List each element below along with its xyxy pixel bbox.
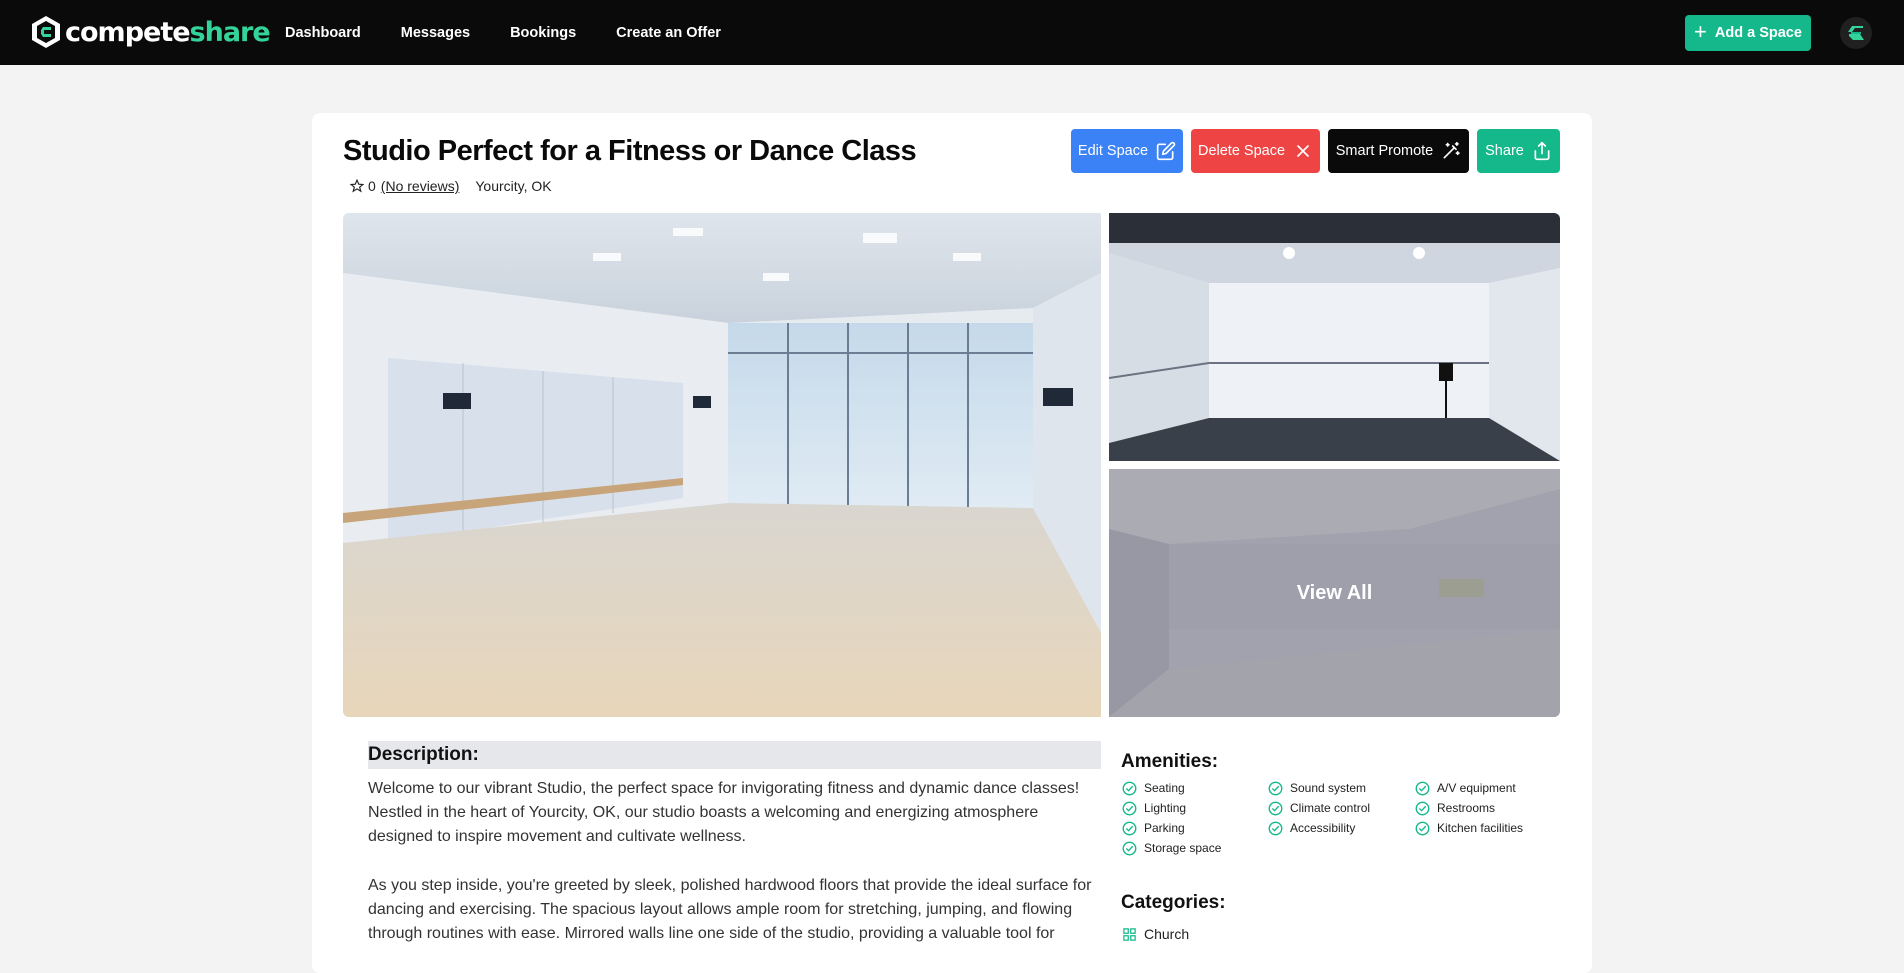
star-icon xyxy=(350,179,364,193)
category-label: Church xyxy=(1144,926,1190,942)
studio-photo-secondary xyxy=(1109,213,1560,461)
amenity-item: Storage space xyxy=(1122,840,1268,856)
description-paragraph-1: Welcome to our vibrant Studio, the perfe… xyxy=(368,780,1080,845)
amenity-label: Lighting xyxy=(1144,801,1187,815)
description-heading: Description: xyxy=(368,741,1101,769)
magic-wand-icon xyxy=(1443,141,1460,159)
listing-meta: 0 (No reviews) Yourcity, OK xyxy=(350,178,552,194)
amenity-item: Parking xyxy=(1122,820,1268,836)
amenity-label: Climate control xyxy=(1290,801,1371,815)
edit-space-label: Edit Space xyxy=(1077,143,1149,159)
add-space-button[interactable]: + Add a Space xyxy=(1685,15,1811,51)
smart-promote-button[interactable]: Smart Promote xyxy=(1328,129,1469,173)
smart-promote-label: Smart Promote xyxy=(1335,143,1434,159)
nav-link-bookings[interactable]: Bookings xyxy=(510,25,576,41)
location-text: Yourcity, OK xyxy=(475,178,552,194)
check-circle-icon xyxy=(1122,781,1137,795)
amenity-label: A/V equipment xyxy=(1437,781,1516,795)
amenity-item: Seating xyxy=(1122,780,1268,796)
brand-logo[interactable]: competeshare xyxy=(30,14,271,50)
listing-title: Studio Perfect for a Fitness or Dance Cl… xyxy=(343,135,917,167)
edit-space-button[interactable]: Edit Space xyxy=(1071,129,1183,173)
view-all-button[interactable]: View All xyxy=(1109,469,1560,717)
check-circle-icon xyxy=(1122,801,1137,815)
description-paragraph-2: As you step inside, you're greeted by sl… xyxy=(368,877,1092,942)
amenities-list: Seating Sound system A/V equipment Light… xyxy=(1122,780,1562,856)
amenity-label: Accessibility xyxy=(1290,821,1356,835)
amenity-item: Lighting xyxy=(1122,800,1268,816)
amenity-item: Climate control xyxy=(1268,800,1415,816)
check-circle-icon xyxy=(1268,821,1283,835)
secondary-photo-bottom[interactable]: View All xyxy=(1109,469,1560,717)
nav-link-create-offer[interactable]: Create an Offer xyxy=(616,25,721,41)
check-circle-icon xyxy=(1415,801,1430,815)
amenity-item: Sound system xyxy=(1268,780,1415,796)
nav-link-dashboard[interactable]: Dashboard xyxy=(285,25,361,41)
check-circle-icon xyxy=(1415,781,1430,795)
top-nav: competeshare Dashboard Messages Bookings… xyxy=(0,0,1904,65)
check-circle-icon xyxy=(1122,841,1137,855)
rating-value: 0 xyxy=(368,178,376,194)
amenity-label: Storage space xyxy=(1144,841,1222,855)
share-icon xyxy=(1534,141,1550,161)
share-label: Share xyxy=(1485,143,1524,159)
categories-heading: Categories: xyxy=(1121,892,1226,913)
reviews-link[interactable]: (No reviews) xyxy=(381,178,460,194)
secondary-photo-top[interactable] xyxy=(1109,213,1560,461)
check-circle-icon xyxy=(1122,821,1137,835)
amenity-label: Kitchen facilities xyxy=(1437,821,1524,835)
nav-links: Dashboard Messages Bookings Create an Of… xyxy=(285,0,721,65)
nav-link-messages[interactable]: Messages xyxy=(401,25,470,41)
user-avatar[interactable] xyxy=(1840,17,1872,49)
amenity-item: Restrooms xyxy=(1415,800,1562,816)
grid-icon xyxy=(1123,927,1136,941)
check-circle-icon xyxy=(1415,821,1430,835)
amenity-item: Accessibility xyxy=(1268,820,1415,836)
amenities-heading: Amenities: xyxy=(1121,751,1219,772)
brand-name-first: compete xyxy=(65,16,191,48)
check-circle-icon xyxy=(1268,801,1283,815)
amenity-item: A/V equipment xyxy=(1415,780,1562,796)
avatar-logo-icon xyxy=(1848,26,1864,40)
brand-name-second: share xyxy=(189,16,271,48)
close-icon xyxy=(1297,145,1309,157)
check-circle-icon xyxy=(1268,781,1283,795)
delete-space-label: Delete Space xyxy=(1197,143,1286,159)
amenity-label: Parking xyxy=(1144,821,1185,835)
share-button[interactable]: Share xyxy=(1477,129,1560,173)
studio-photo-main xyxy=(343,213,1101,717)
amenity-item: Kitchen facilities xyxy=(1415,820,1562,836)
logo-icon xyxy=(32,16,60,48)
delete-space-button[interactable]: Delete Space xyxy=(1191,129,1320,173)
add-space-label: Add a Space xyxy=(1714,25,1802,41)
amenity-label: Sound system xyxy=(1290,781,1367,795)
category-item: Church xyxy=(1122,926,1189,942)
amenity-label: Seating xyxy=(1144,781,1185,795)
plus-icon: + xyxy=(1694,19,1707,44)
main-photo[interactable] xyxy=(343,213,1101,717)
edit-icon xyxy=(1156,141,1176,161)
amenity-label: Restrooms xyxy=(1437,801,1496,815)
